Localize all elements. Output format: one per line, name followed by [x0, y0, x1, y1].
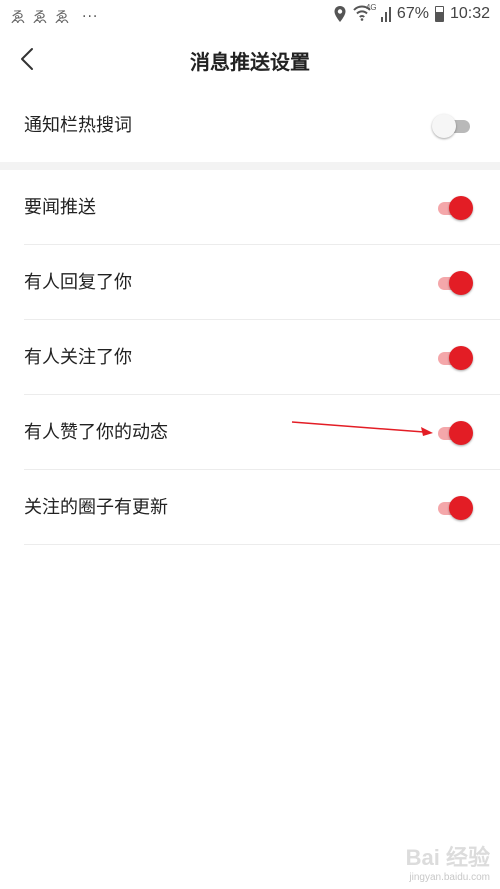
followed-toggle[interactable]: [434, 346, 473, 370]
battery-percentage: 67%: [396, 5, 429, 22]
circle-update-toggle[interactable]: [434, 496, 473, 520]
setting-row-replied[interactable]: 有人回复了你: [0, 245, 500, 320]
toggle-knob: [449, 421, 473, 445]
toggle-knob: [449, 271, 473, 295]
headline-push-toggle[interactable]: [434, 196, 473, 220]
app-notification-icon: ゑ: [32, 8, 48, 26]
app-notification-icon: ゑ: [10, 8, 26, 26]
battery-icon: [434, 6, 444, 22]
hot-search-toggle[interactable]: [432, 114, 472, 138]
setting-row-headline-push[interactable]: 要闻推送: [0, 170, 500, 245]
toggle-knob: [449, 346, 473, 370]
row-divider: [24, 544, 500, 545]
clock: 10:32: [449, 5, 490, 22]
replied-toggle[interactable]: [434, 271, 473, 295]
toggle-knob: [449, 196, 473, 220]
location-icon: [334, 6, 346, 22]
liked-toggle[interactable]: [434, 421, 473, 445]
toggle-knob: [432, 114, 456, 138]
wifi-icon: 4G: [353, 3, 377, 23]
watermark-url: jingyan.baidu.com: [409, 872, 490, 883]
battery-fill: [435, 11, 443, 21]
setting-label: 有人回复了你: [24, 272, 132, 293]
page-title: 消息推送设置: [190, 50, 310, 74]
annotation-arrow-icon: [291, 421, 433, 436]
more-notifications-icon: ···: [82, 8, 99, 25]
section-divider: [0, 162, 500, 170]
baidu-jingyan-watermark: Bai 经验 jingyan.baidu.com: [406, 840, 490, 883]
status-bar-right: 4G 67% 10:32: [333, 3, 490, 23]
setting-label: 关注的圈子有更新: [24, 497, 168, 518]
setting-label: 要闻推送: [24, 197, 96, 218]
toggle-knob: [449, 496, 473, 520]
signal-icon: [380, 7, 391, 22]
watermark-logo: Bai 经验: [405, 845, 490, 870]
page-header: 消息推送设置: [0, 32, 500, 88]
setting-label: 通知栏热搜词: [24, 115, 132, 136]
network-type-label: 4G: [365, 3, 377, 12]
status-bar: ゑ ゑ ゑ ··· 4G 67% 10:32: [0, 0, 500, 32]
status-bar-left: ゑ ゑ ゑ ···: [10, 6, 98, 27]
setting-label: 有人关注了你: [24, 347, 132, 368]
setting-row-hot-search[interactable]: 通知栏热搜词: [0, 88, 500, 163]
setting-label: 有人赞了你的动态: [24, 422, 168, 443]
setting-row-circle-update[interactable]: 关注的圈子有更新: [0, 470, 500, 545]
setting-row-followed[interactable]: 有人关注了你: [0, 320, 500, 395]
app-notification-icon: ゑ: [54, 8, 70, 26]
